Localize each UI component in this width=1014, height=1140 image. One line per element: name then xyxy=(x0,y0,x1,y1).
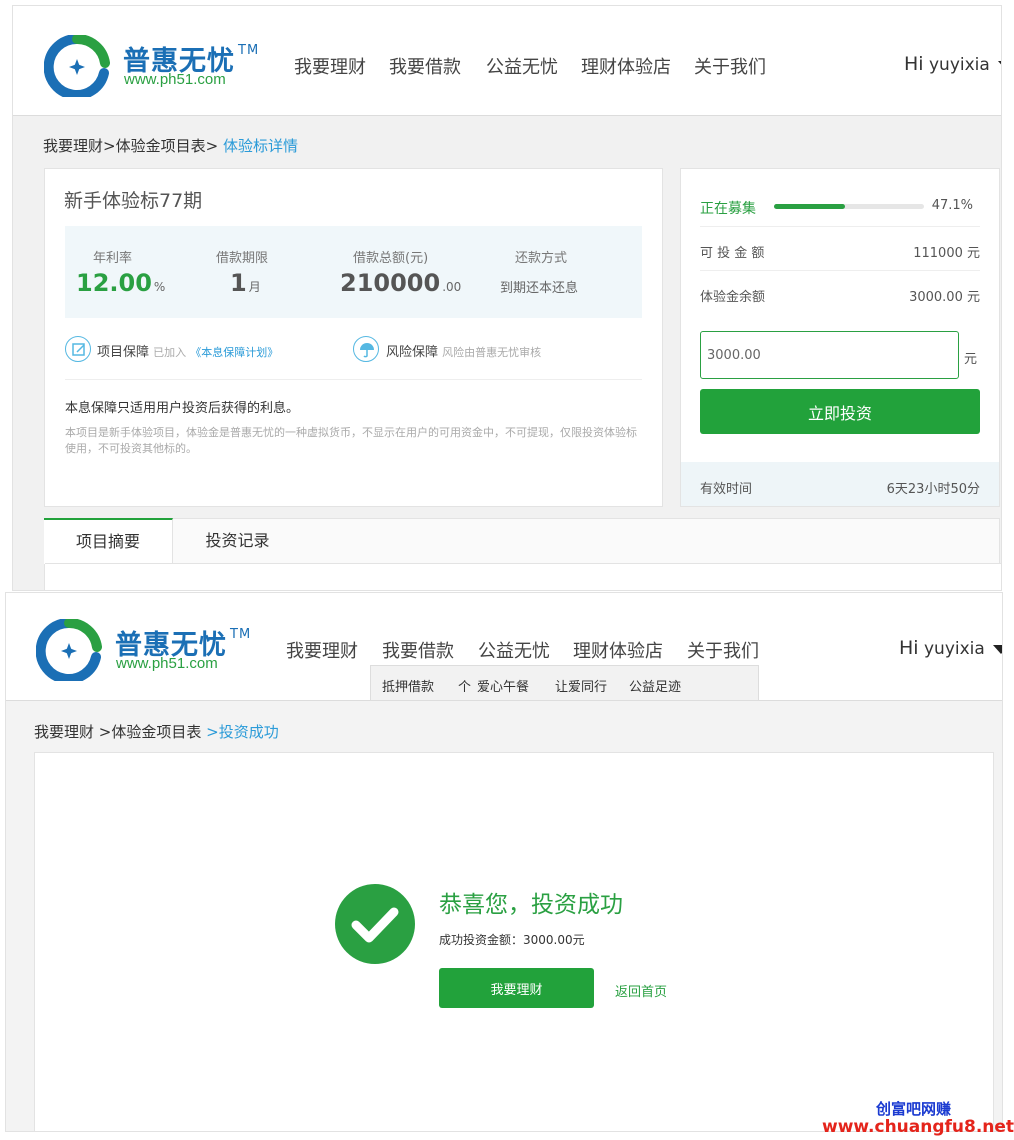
invest-now-button[interactable]: 立即投资 xyxy=(700,389,980,434)
breadcrumb-invest[interactable]: 我要理财 xyxy=(34,723,94,741)
nav-item-about[interactable]: 关于我们 xyxy=(694,53,766,79)
nav-item-charity[interactable]: 公益无忧 xyxy=(486,53,558,79)
user-greeting: Hi xyxy=(904,53,924,75)
amount-unit: 元 xyxy=(964,352,978,367)
back-home-link[interactable]: 返回首页 xyxy=(615,981,667,1000)
site-header: 普惠无忧 TM www.ph51.com 我要理财 我要借款 公益无忧 理财体验店… xyxy=(13,6,1001,116)
guarantee-plan-link[interactable]: 《本息保障计划》 xyxy=(190,346,278,359)
logo-icon[interactable] xyxy=(36,619,102,681)
brand-domain: www.ph51.com xyxy=(124,71,226,88)
tab-content xyxy=(45,563,1001,590)
breadcrumb-separator: > xyxy=(205,137,219,155)
user-greeting: Hi xyxy=(899,637,919,659)
submenu-love-lunch[interactable]: 爱心午餐 xyxy=(477,676,529,695)
repay-label: 还款方式 xyxy=(515,251,568,266)
experience-note: 本项目是新手体验项目，体验金是普惠无忧的一种虚拟货币，不显示在用户的可用资金中，… xyxy=(65,426,637,455)
success-title: 恭喜您，投资成功 xyxy=(439,892,623,918)
invest-amount-input[interactable] xyxy=(700,331,959,379)
user-name: yuyixia xyxy=(928,55,990,75)
detail-tabs: 项目摘要 投资记录 xyxy=(44,518,1001,590)
nav-item-invest[interactable]: 我要理财 xyxy=(294,53,366,79)
nav-item-experience-store[interactable]: 理财体验店 xyxy=(573,637,663,663)
repay-value: 到期还本还息 xyxy=(500,281,579,296)
funding-status: 正在募集 xyxy=(700,201,756,217)
submenu-mortgage-loan[interactable]: 抵押借款 xyxy=(382,676,434,695)
available-value: 111000 元 xyxy=(913,246,980,261)
total-value: 210000.00 xyxy=(340,269,462,297)
tab-summary[interactable]: 项目摘要 xyxy=(44,518,173,564)
logo-icon[interactable] xyxy=(44,35,110,97)
edit-shield-icon xyxy=(65,336,91,362)
detail-page-screenshot: 普惠无忧 TM www.ph51.com 我要理财 我要借款 公益无忧 理财体验店… xyxy=(12,5,1002,591)
success-amount: 成功投资金额：3000.00元 xyxy=(439,933,585,947)
risk-guarantee: 风险保障 风险由普惠无忧审核 xyxy=(386,345,542,360)
breadcrumb-experience-list[interactable]: 体验金项目表 xyxy=(116,137,206,155)
watermark-url: www.chuangfu8.net xyxy=(822,1117,1014,1137)
divider xyxy=(65,379,642,380)
user-name: yuyixia xyxy=(923,639,985,659)
project-title: 新手体验标77期 xyxy=(64,190,203,212)
user-menu[interactable]: Hi yuyixia xyxy=(899,637,1002,659)
divider xyxy=(700,270,980,271)
balance-value: 3000.00 元 xyxy=(909,290,980,305)
borrow-submenu: 抵押借款 个 爱心午餐 让爱同行 公益足迹 xyxy=(370,665,759,701)
site-header: 普惠无忧 TM www.ph51.com 我要理财 我要借款 公益无忧 理财体验店… xyxy=(6,593,1002,701)
tab-invest-records[interactable]: 投资记录 xyxy=(175,519,300,563)
brand-domain: www.ph51.com xyxy=(116,655,218,672)
project-card: 新手体验标77期 年利率 12.00% 借款期限 1月 借款总额(元) 2100… xyxy=(44,168,663,507)
breadcrumb-separator: > xyxy=(103,137,116,155)
balance-label: 体验金余额 xyxy=(700,290,766,305)
invest-sidebar: 正在募集 47.1% 可 投 金 额 111000 元 体验金余额 3000.0… xyxy=(680,168,1000,507)
nav-item-charity[interactable]: 公益无忧 xyxy=(478,637,550,663)
submenu-love-together[interactable]: 让爱同行 xyxy=(555,676,607,695)
caret-down-icon xyxy=(997,60,1001,70)
term-label: 借款期限 xyxy=(216,251,269,266)
breadcrumb: 我要理财>体验金项目表> 体验标详情 xyxy=(43,135,298,156)
success-page-screenshot: 普惠无忧 TM www.ph51.com 我要理财 我要借款 公益无忧 理财体验店… xyxy=(5,592,1003,1132)
watermark-title: 创富吧网赚 xyxy=(876,1100,952,1118)
valid-time-value: 6天23小时50分 xyxy=(886,482,980,497)
funding-progress xyxy=(774,204,924,209)
nav-item-about[interactable]: 关于我们 xyxy=(687,637,759,663)
available-label: 可 投 金 额 xyxy=(700,246,765,261)
valid-time-bar: 有效时间 6天23小时50分 xyxy=(681,462,999,506)
user-menu[interactable]: Hi yuyixia xyxy=(904,53,1001,75)
nav-item-borrow[interactable]: 我要借款 xyxy=(382,637,454,663)
nav-item-experience-store[interactable]: 理财体验店 xyxy=(581,53,671,79)
umbrella-icon xyxy=(353,336,379,362)
valid-time-label: 有效时间 xyxy=(700,482,753,497)
project-guarantee: 项目保障 已加入 《本息保障计划》 xyxy=(97,345,279,360)
breadcrumb-current: 体验标详情 xyxy=(222,137,298,155)
project-stats: 年利率 12.00% 借款期限 1月 借款总额(元) 210000.00 还款方… xyxy=(65,226,642,318)
breadcrumb-invest[interactable]: 我要理财 xyxy=(43,137,103,155)
nav-item-invest[interactable]: 我要理财 xyxy=(286,637,358,663)
breadcrumb-experience-list[interactable]: >体验金项目表 xyxy=(99,723,202,741)
total-label: 借款总额(元) xyxy=(353,251,429,266)
breadcrumb-current: >投资成功 xyxy=(206,723,279,741)
go-invest-button[interactable]: 我要理财 xyxy=(439,968,594,1008)
submenu-separator: 个 xyxy=(458,680,472,695)
term-value: 1月 xyxy=(230,269,261,297)
submenu-charity-footprint[interactable]: 公益足迹 xyxy=(629,676,681,695)
funding-progress-fill xyxy=(774,204,845,209)
funding-percent: 47.1% xyxy=(931,198,973,213)
interest-note: 本息保障只适用用户投资后获得的利息。 xyxy=(65,401,300,416)
breadcrumb: 我要理财 >体验金项目表 >投资成功 xyxy=(34,721,279,742)
success-card: 恭喜您，投资成功 成功投资金额：3000.00元 我要理财 返回首页 xyxy=(34,752,994,1131)
divider xyxy=(700,226,980,227)
check-circle-icon xyxy=(335,884,415,964)
nav-item-borrow[interactable]: 我要借款 xyxy=(389,53,461,79)
rate-value: 12.00% xyxy=(76,269,166,297)
caret-down-icon xyxy=(992,644,1002,654)
rate-label: 年利率 xyxy=(93,251,133,266)
